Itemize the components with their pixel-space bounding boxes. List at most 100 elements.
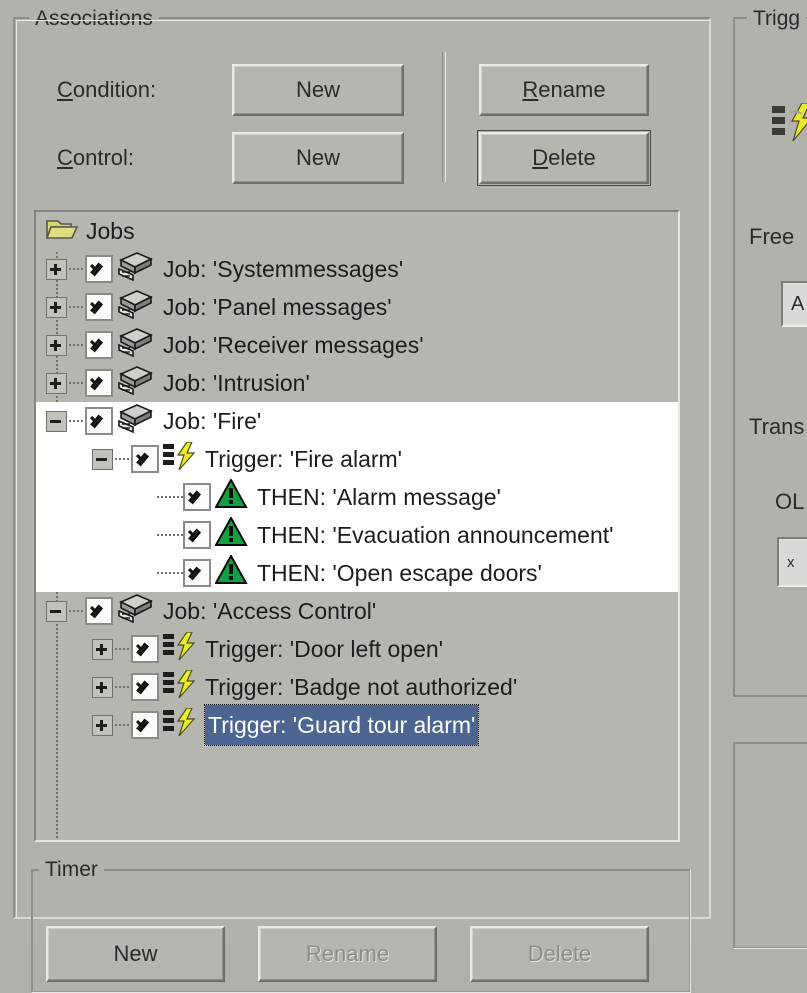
tree-item-label: Trigger: 'Fire alarm' [205, 446, 403, 472]
tree-item-label: Job: 'Access Control' [163, 598, 377, 624]
tree-row[interactable]: Job: 'Fire' [36, 402, 678, 440]
job-stack-icon [117, 365, 155, 401]
tree-root-label: Jobs [86, 218, 135, 244]
tree-item-checkbox[interactable] [85, 331, 113, 359]
control-new-button[interactable]: New [232, 132, 404, 184]
tree-item-label: THEN: 'Evacuation announcement' [257, 522, 614, 548]
tree-row[interactable]: Job: 'Access Control' [36, 592, 678, 630]
job-stack-icon [117, 403, 155, 439]
free-value-field[interactable]: A [781, 281, 807, 327]
tree-item-checkbox[interactable] [85, 407, 113, 435]
tree-row[interactable]: Trigger: 'Door left open' [36, 630, 678, 668]
timer-group-title: Timer [39, 859, 104, 880]
tree-expander-plus-icon[interactable] [92, 676, 113, 698]
tree-expander-plus-icon[interactable] [46, 258, 67, 280]
tree-item-checkbox[interactable] [183, 521, 211, 549]
tree-item-label: Job: 'Systemmessages' [163, 256, 404, 282]
button-separator [442, 52, 446, 182]
tree-item-checkbox[interactable] [183, 483, 211, 511]
tree-item-checkbox[interactable] [131, 445, 159, 473]
warning-triangle-icon [214, 477, 249, 515]
tree-item-checkbox[interactable] [131, 711, 159, 739]
tree-connector-line [69, 306, 85, 308]
tree-rows: Job: 'Systemmessages' Job: 'Panel messag… [36, 250, 678, 746]
tree-expander-minus-icon[interactable] [46, 600, 67, 622]
tree-root-row[interactable]: Jobs [36, 212, 678, 250]
tree-connector-line [69, 420, 85, 422]
tree-row[interactable]: Job: 'Systemmessages' [36, 250, 678, 288]
tree-item-checkbox[interactable] [85, 255, 113, 283]
job-stack-icon [117, 593, 155, 629]
dialog-window: Associations Condition: Control: New New… [0, 0, 807, 993]
tree-item-checkbox[interactable] [85, 597, 113, 625]
tree-row[interactable]: THEN: 'Evacuation announcement' [36, 515, 678, 554]
tree-item-label: Job: 'Fire' [163, 408, 262, 434]
control-label-rest: ontrol: [72, 145, 135, 170]
trigger-bolt-icon [163, 668, 197, 705]
trans-label: Trans [749, 414, 805, 439]
tree-row[interactable]: Trigger: 'Fire alarm' [36, 440, 678, 478]
ol-value-field[interactable]: x [777, 537, 807, 587]
tree-connector-line [115, 458, 131, 460]
tree-item-checkbox[interactable] [85, 369, 113, 397]
tree-row[interactable]: Job: 'Receiver messages' [36, 326, 678, 364]
trigger-bolt-icon [163, 630, 197, 667]
tree-item-label: THEN: 'Alarm message' [257, 484, 501, 510]
tree-connector-line [69, 610, 85, 612]
timer-rename-button[interactable]: Rename [258, 926, 437, 982]
tree-row[interactable]: Trigger: 'Guard tour alarm' [36, 704, 678, 746]
tree-expander-plus-icon[interactable] [92, 638, 113, 660]
job-stack-icon [117, 327, 155, 363]
job-stack-icon [117, 251, 155, 287]
free-label: Free [749, 224, 795, 249]
tree-expander-minus-icon[interactable] [92, 448, 113, 470]
tree-item-label: Job: 'Intrusion' [163, 370, 310, 396]
trigger-group-title: Trigg [747, 8, 807, 29]
association-delete-button[interactable]: Delete [477, 130, 651, 186]
tree-row[interactable]: Trigger: 'Badge not authorized' [36, 668, 678, 706]
tree-expander-plus-icon[interactable] [92, 714, 113, 736]
condition-new-button[interactable]: New [232, 64, 404, 116]
tree-connector-line [157, 534, 183, 536]
tree-item-checkbox[interactable] [131, 673, 159, 701]
tree-connector-line [69, 268, 85, 270]
tree-item-label: Trigger: 'Badge not authorized' [205, 674, 518, 700]
tree-row[interactable]: THEN: 'Alarm message' [36, 477, 678, 516]
tree-item-label: Trigger: 'Guard tour alarm' [203, 704, 480, 746]
tree-item-checkbox[interactable] [183, 559, 211, 587]
tree-connector-line [69, 344, 85, 346]
trigger-bolt-icon [163, 706, 197, 743]
tree-connector-line [115, 724, 131, 726]
associations-group-title: Associations [29, 8, 159, 29]
tree-item-checkbox[interactable] [85, 293, 113, 321]
warning-triangle-icon [214, 553, 249, 591]
tree-row[interactable]: THEN: 'Open escape doors' [36, 553, 678, 592]
trigger-bolt-icon [163, 440, 197, 477]
timer-new-button[interactable]: New [46, 926, 225, 982]
tree-row[interactable]: Job: 'Panel messages' [36, 288, 678, 326]
tree-expander-plus-icon[interactable] [46, 334, 67, 356]
tree-item-label: Trigger: 'Door left open' [205, 636, 444, 662]
tree-row[interactable]: Job: 'Intrusion' [36, 364, 678, 402]
condition-label: Condition: [57, 77, 157, 102]
trigger-list-bolt-icon [772, 102, 807, 148]
job-stack-icon [117, 289, 155, 325]
association-rename-button[interactable]: Rename [479, 64, 649, 116]
associations-treeview[interactable]: Jobs Job: 'Systemmessages' Job: 'Panel m… [34, 210, 680, 842]
open-folder-icon [45, 216, 79, 247]
control-label: Control: [57, 145, 135, 170]
tree-expander-minus-icon[interactable] [46, 410, 67, 432]
lower-right-groupbox [733, 742, 807, 949]
tree-connector-line [115, 686, 131, 688]
tree-item-label: Job: 'Panel messages' [163, 294, 392, 320]
timer-delete-button[interactable]: Delete [470, 926, 649, 982]
condition-label-rest: ondition: [72, 77, 157, 102]
tree-item-label: THEN: 'Open escape doors' [257, 560, 542, 586]
tree-item-checkbox[interactable] [131, 635, 159, 663]
tree-expander-plus-icon[interactable] [46, 296, 67, 318]
tree-connector-line [115, 648, 131, 650]
tree-expander-plus-icon[interactable] [46, 372, 67, 394]
warning-triangle-icon [214, 515, 249, 553]
tree-connector-line [69, 382, 85, 384]
tree-item-label: Job: 'Receiver messages' [163, 332, 424, 358]
